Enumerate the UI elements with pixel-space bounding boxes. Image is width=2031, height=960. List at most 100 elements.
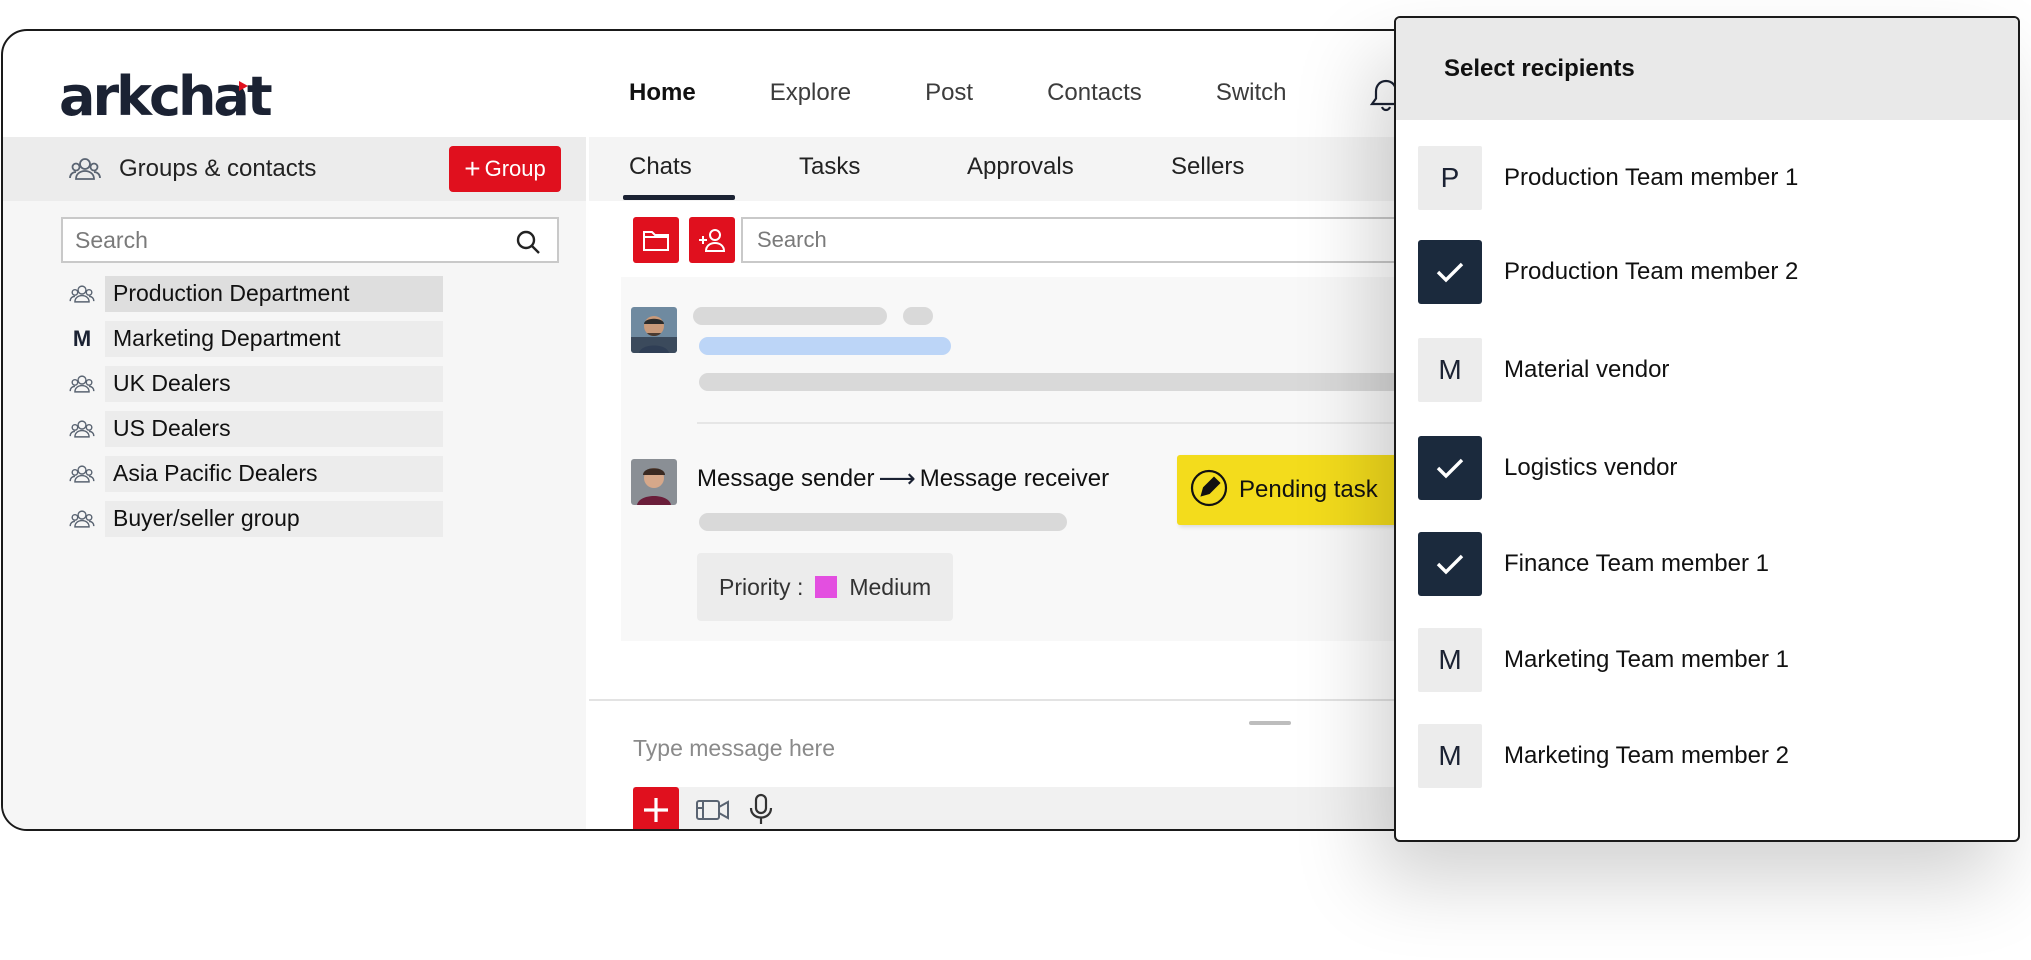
arkchat-logo: arkchat	[59, 65, 273, 128]
nav-explore[interactable]: Explore	[770, 79, 851, 107]
pending-task-label: Pending task	[1239, 476, 1378, 503]
group-icon	[67, 373, 97, 395]
initial-badge[interactable]: M	[1418, 628, 1482, 692]
message-receiver[interactable]: Message receiver	[920, 465, 1109, 493]
recipient-row-finance-member-1[interactable]: Finance Team member 1	[1418, 532, 1769, 596]
initial-badge[interactable]: P	[1418, 146, 1482, 210]
chat-toolbar	[633, 217, 735, 263]
recipient-label: Marketing Team member 2	[1504, 742, 1789, 769]
initial-badge: M	[72, 325, 92, 351]
list-item-buyer-seller-group[interactable]: Buyer/seller group	[67, 496, 443, 541]
group-list: Production Department M Marketing Depart…	[67, 271, 443, 541]
chat-search-input[interactable]	[757, 227, 1357, 253]
folder-icon	[643, 231, 669, 251]
list-item-label: UK Dealers	[105, 365, 443, 402]
sidebar-search-input[interactable]	[75, 226, 495, 254]
sidebar-search-box	[61, 217, 559, 263]
composer-divider	[589, 699, 1439, 701]
avatar[interactable]	[631, 307, 677, 353]
recipient-row-production-member-2[interactable]: Production Team member 2	[1418, 240, 1798, 304]
nav-home[interactable]: Home	[629, 79, 696, 107]
recipient-label: Marketing Team member 1	[1504, 646, 1789, 673]
add-group-button[interactable]: + Group	[449, 146, 561, 192]
nav-switch[interactable]: Switch	[1216, 79, 1287, 107]
recipient-label: Logistics vendor	[1504, 454, 1678, 481]
app-window: arkchat Home Explore Post Contacts Switc…	[1, 29, 1441, 831]
initial-badge[interactable]: M	[1418, 338, 1482, 402]
groups-sidebar: Groups & contacts + Group Production Dep…	[3, 137, 586, 829]
priority-value: Medium	[849, 573, 932, 600]
active-tab-indicator	[623, 195, 735, 200]
recipient-label: Production Team member 2	[1504, 258, 1799, 285]
tab-sellers[interactable]: Sellers	[1171, 153, 1244, 181]
tab-chats[interactable]: Chats	[629, 153, 692, 181]
folder-button[interactable]	[633, 217, 679, 263]
group-icon	[67, 508, 97, 530]
checkbox-checked[interactable]	[1418, 436, 1482, 500]
chat-main: Chats Tasks Approvals Sellers Search Mes…	[589, 137, 1439, 829]
chat-tabs: Chats Tasks Approvals Sellers	[589, 137, 1439, 201]
list-item-label: Production Department	[105, 275, 443, 312]
nav-post[interactable]: Post	[925, 79, 973, 107]
message-input[interactable]	[633, 735, 1333, 762]
sidebar-title: Groups & contacts	[119, 155, 317, 182]
select-recipients-panel: Select recipients P Production Team memb…	[1394, 16, 2020, 842]
tab-approvals[interactable]: Approvals	[967, 153, 1074, 181]
message-divider	[697, 422, 1439, 424]
checkmark-icon	[1436, 458, 1464, 479]
checkbox-checked[interactable]	[1418, 240, 1482, 304]
add-contact-button[interactable]	[689, 217, 735, 263]
group-icon	[69, 155, 101, 188]
list-item-asia-pacific-dealers[interactable]: Asia Pacific Dealers	[67, 451, 443, 496]
resize-handle[interactable]	[1249, 721, 1291, 725]
recipient-row-marketing-member-2[interactable]: M Marketing Team member 2	[1418, 724, 1789, 788]
avatar[interactable]	[631, 459, 677, 505]
logo-mark	[239, 81, 248, 91]
list-item-uk-dealers[interactable]: UK Dealers	[67, 361, 443, 406]
message-header: Message sender ⟶ Message receiver	[697, 463, 1109, 494]
skeleton-body	[699, 513, 1067, 531]
list-item-label: Marketing Department	[105, 320, 443, 357]
list-item-us-dealers[interactable]: US Dealers	[67, 406, 443, 451]
recipient-label: Finance Team member 1	[1504, 550, 1770, 577]
priority-label: Priority :	[719, 573, 804, 600]
plus-icon: +	[464, 153, 481, 184]
list-item-label: Buyer/seller group	[105, 500, 443, 537]
microphone-icon[interactable]	[747, 793, 775, 827]
search-icon[interactable]	[515, 229, 541, 260]
recipient-row-material-vendor[interactable]: M Material vendor	[1418, 338, 1669, 402]
edit-pencil-icon	[1189, 468, 1229, 513]
nav-contacts[interactable]: Contacts	[1047, 79, 1142, 107]
list-item-production-department[interactable]: Production Department	[67, 271, 443, 316]
checkmark-icon	[1436, 262, 1464, 283]
group-icon	[67, 418, 97, 440]
sidebar-header: Groups & contacts + Group	[3, 137, 586, 201]
checkmark-icon	[1436, 554, 1464, 575]
arrow-right-icon: ⟶	[878, 463, 916, 493]
group-icon	[67, 463, 97, 485]
initial-badge[interactable]: M	[1418, 724, 1482, 788]
message-sender[interactable]: Message sender	[697, 465, 874, 493]
recipient-row-marketing-member-1[interactable]: M Marketing Team member 1	[1418, 628, 1789, 692]
composer-toolbar	[633, 787, 1439, 829]
video-call-icon[interactable]	[695, 795, 731, 825]
pending-task-badge[interactable]: Pending task	[1177, 455, 1409, 525]
add-group-label: Group	[484, 156, 546, 181]
checkbox-checked[interactable]	[1418, 532, 1482, 596]
recipient-label: Material vendor	[1504, 356, 1670, 383]
top-nav: Home Explore Post Contacts Switch	[629, 79, 1361, 107]
message-feed: Message sender ⟶ Message receiver Pendin…	[621, 277, 1439, 641]
chat-search-box	[741, 217, 1439, 263]
recipient-row-production-member-1[interactable]: P Production Team member 1	[1418, 146, 1798, 210]
group-icon	[67, 283, 97, 305]
recipient-row-logistics-vendor[interactable]: Logistics vendor	[1418, 436, 1677, 500]
priority-color-swatch	[815, 576, 838, 598]
list-item-label: Asia Pacific Dealers	[105, 455, 443, 492]
skeleton-tag	[699, 337, 951, 355]
panel-title: Select recipients	[1396, 18, 2018, 120]
list-item-marketing-department[interactable]: M Marketing Department	[67, 316, 443, 361]
tab-tasks[interactable]: Tasks	[799, 153, 860, 181]
attach-button[interactable]	[633, 787, 679, 829]
add-user-icon	[699, 229, 726, 252]
priority-tag: Priority : Medium	[697, 553, 953, 621]
